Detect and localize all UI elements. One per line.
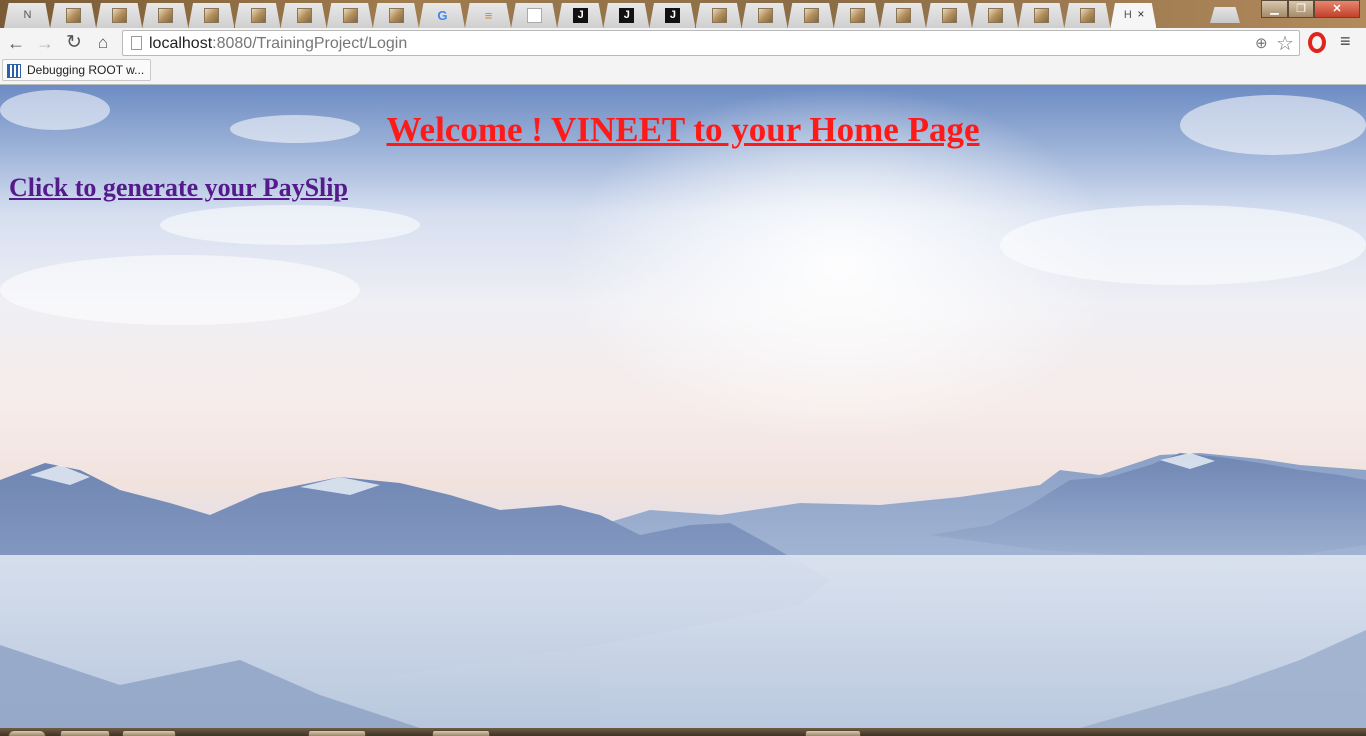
taskbar-item[interactable]: [805, 730, 861, 736]
browser-tab[interactable]: [326, 3, 373, 28]
tab-favicon-image-icon: [342, 8, 358, 23]
browser-tab[interactable]: ≡: [465, 3, 511, 28]
tab-favicon-image-icon: [66, 8, 82, 23]
browser-tab[interactable]: [695, 3, 742, 28]
browser-tab[interactable]: [879, 3, 926, 28]
home-button[interactable]: ⌂: [92, 32, 114, 54]
tab-favicon-image-icon: [895, 8, 911, 23]
tab-favicon-image-icon: [849, 8, 865, 23]
browser-tab[interactable]: [96, 3, 143, 28]
browser-tab[interactable]: J: [649, 3, 696, 28]
browser-tab[interactable]: [926, 3, 972, 28]
start-button[interactable]: [8, 730, 46, 736]
tab-favicon-text-icon: H: [1123, 9, 1132, 21]
page-viewport: Welcome ! VINEET to your Home Page Click…: [0, 85, 1366, 728]
browser-tab[interactable]: [142, 3, 189, 28]
bookmarks-bar: Debugging ROOT w...: [0, 58, 1366, 85]
tab-favicon-menu-icon: ≡: [484, 8, 493, 23]
browser-tab[interactable]: [1064, 3, 1111, 28]
generate-payslip-link[interactable]: Click to generate your PaySlip: [9, 173, 348, 203]
tab-favicon-text-icon: N: [23, 9, 32, 21]
browser-tab[interactable]: [741, 3, 788, 28]
back-button[interactable]: ←: [5, 32, 27, 54]
browser-tab[interactable]: [234, 3, 281, 28]
tab-favicon-image-icon: [112, 8, 128, 23]
tab-favicon-j-icon: J: [665, 8, 681, 23]
address-bar[interactable]: localhost:8080/TrainingProject/Login ⊕ ☆: [122, 30, 1300, 56]
bookmark-star-icon[interactable]: ☆: [1276, 31, 1294, 56]
page-icon: [131, 36, 142, 50]
hamburger-menu-icon[interactable]: ≡: [1340, 31, 1351, 52]
window-maximize-button[interactable]: ❐: [1288, 0, 1314, 18]
browser-tab[interactable]: [833, 3, 880, 28]
taskbar-item[interactable]: [308, 730, 366, 736]
taskbar-item[interactable]: [432, 730, 490, 736]
tab-favicon-image-icon: [250, 8, 266, 23]
window-minimize-button[interactable]: ▁: [1261, 0, 1288, 18]
taskbar-item[interactable]: [122, 730, 176, 736]
forward-button[interactable]: →: [34, 32, 56, 54]
browser-tab[interactable]: [511, 3, 558, 28]
bookmark-item[interactable]: Debugging ROOT w...: [2, 59, 152, 81]
url-host: localhost: [149, 35, 213, 52]
tab-favicon-image-icon: [388, 8, 404, 23]
browser-toolbar: ← → ↻ ⌂ localhost:8080/TrainingProject/L…: [0, 28, 1366, 58]
taskbar: [0, 728, 1366, 736]
browser-tab[interactable]: N: [4, 3, 50, 28]
tab-favicon-j-icon: J: [573, 8, 589, 23]
tab-strip: N G ≡ J J J H × ▁ ❐ ✕: [0, 0, 1366, 28]
browser-tab[interactable]: [787, 3, 834, 28]
tab-favicon-image-icon: [1034, 8, 1050, 23]
tab-favicon-j-icon: J: [619, 8, 635, 23]
window-close-button[interactable]: ✕: [1314, 0, 1360, 18]
browser-tab[interactable]: [188, 3, 235, 28]
browser-tab[interactable]: [50, 3, 97, 28]
browser-tab[interactable]: J: [557, 3, 604, 28]
zoom-icon[interactable]: ⊕: [1255, 34, 1268, 52]
url-text[interactable]: localhost:8080/TrainingProject/Login: [149, 35, 407, 53]
new-tab-button[interactable]: [1210, 7, 1240, 23]
bookmark-label: Debugging ROOT w...: [27, 63, 145, 77]
url-path: :8080/TrainingProject/Login: [212, 35, 408, 52]
browser-tab[interactable]: G: [418, 3, 465, 28]
opera-extension-icon[interactable]: [1308, 32, 1326, 53]
tab-favicon-image-icon: [757, 8, 773, 23]
tab-favicon-image-icon: [988, 8, 1004, 23]
tab-close-icon[interactable]: ×: [1137, 7, 1144, 22]
tab-favicon-image-icon: [204, 8, 220, 23]
tab-favicon-image-icon: [296, 8, 312, 23]
tab-favicon-image-icon: [1080, 8, 1096, 23]
browser-tab[interactable]: [372, 3, 419, 28]
page-title: Welcome ! VINEET to your Home Page: [386, 110, 980, 149]
bookmark-favicon-icon: [7, 63, 21, 78]
tab-favicon-image-icon: [942, 8, 957, 23]
tab-favicon-image-icon: [158, 8, 174, 23]
tab-favicon-page-icon: [527, 8, 543, 23]
tab-favicon-image-icon: [711, 8, 727, 23]
tab-favicon-image-icon: [803, 8, 819, 23]
tab-favicon-google-icon: G: [437, 8, 448, 23]
browser-tab[interactable]: [1018, 3, 1065, 28]
reload-button[interactable]: ↻: [63, 32, 85, 54]
browser-tab[interactable]: [280, 3, 327, 28]
browser-tab[interactable]: H ×: [1110, 3, 1157, 28]
taskbar-item[interactable]: [60, 730, 110, 736]
browser-tab[interactable]: J: [603, 3, 650, 28]
browser-tab[interactable]: [972, 3, 1019, 28]
